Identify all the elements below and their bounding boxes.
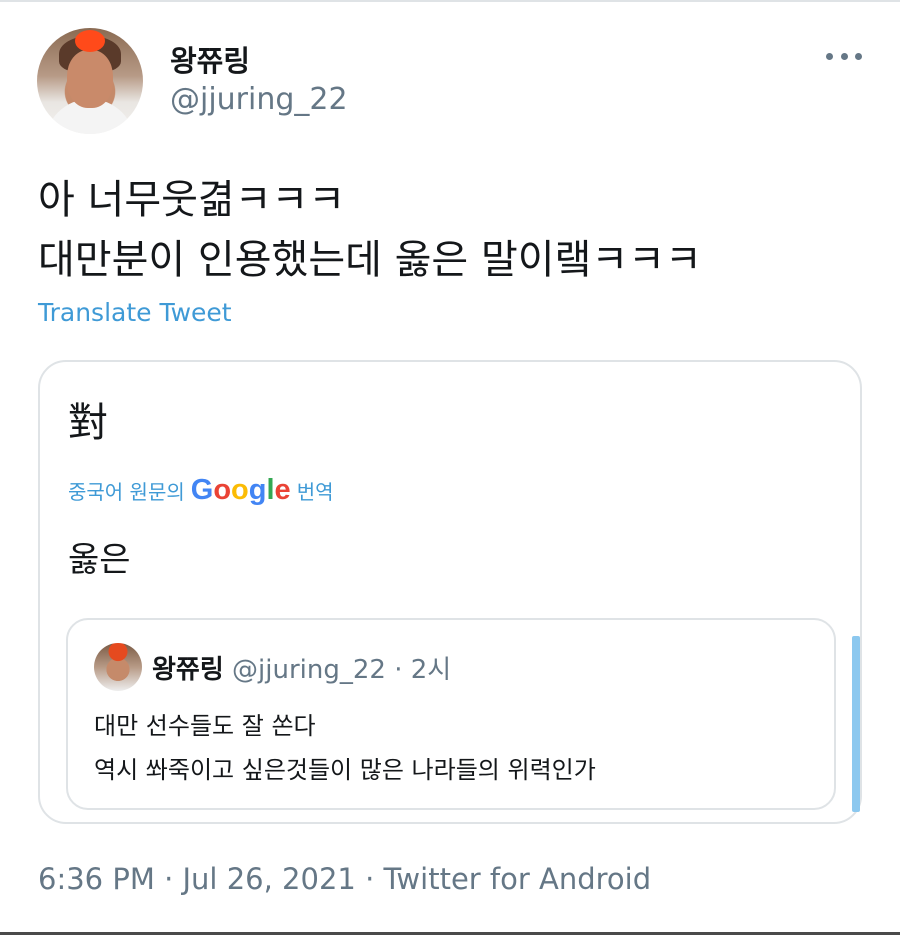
- translate-tweet-link[interactable]: Translate Tweet: [38, 298, 232, 327]
- display-name[interactable]: 왕쮸링: [170, 38, 250, 80]
- tweet-text-line: 아 너무웃겲ㅋㅋㅋ: [38, 177, 346, 223]
- tweet-meta: 6:36 PM · Jul 26, 2021 · Twitter for And…: [38, 862, 652, 896]
- nested-avatar[interactable]: [94, 643, 142, 691]
- top-divider: [0, 0, 900, 2]
- google-logo: Google: [190, 474, 291, 506]
- google-translation-label[interactable]: 중국어 원문의 Google 번역: [68, 474, 334, 507]
- scroll-indicator[interactable]: [852, 636, 860, 812]
- translation-suffix: 번역: [296, 480, 334, 504]
- nested-text-line: 역시 쏴죽이고 싶은것들이 많은 나라들의 위력인가: [94, 756, 596, 784]
- nested-text-line: 대만 선수들도 잘 쏜다: [94, 712, 316, 740]
- nested-handle-time: @jjuring_22 · 2시: [232, 655, 452, 685]
- quote-text: 對: [68, 400, 108, 446]
- more-horizontal-icon[interactable]: [826, 46, 862, 66]
- tweet-text: 아 너무웃겲ㅋㅋㅋ 대만분이 인용했는데 옳은 말이랰ㅋㅋㅋ: [38, 170, 868, 290]
- nested-display-name[interactable]: 왕쮸링: [152, 655, 224, 685]
- nested-header: 왕쮸링 @jjuring_22 · 2시: [152, 649, 451, 686]
- translated-text: 옳은: [68, 540, 131, 580]
- user-handle[interactable]: @jjuring_22: [170, 82, 348, 117]
- tweet-text-line: 대만분이 인용했는데 옳은 말이랰ㅋㅋㅋ: [38, 237, 702, 283]
- avatar[interactable]: [37, 28, 143, 134]
- translation-prefix: 중국어 원문의: [68, 480, 185, 504]
